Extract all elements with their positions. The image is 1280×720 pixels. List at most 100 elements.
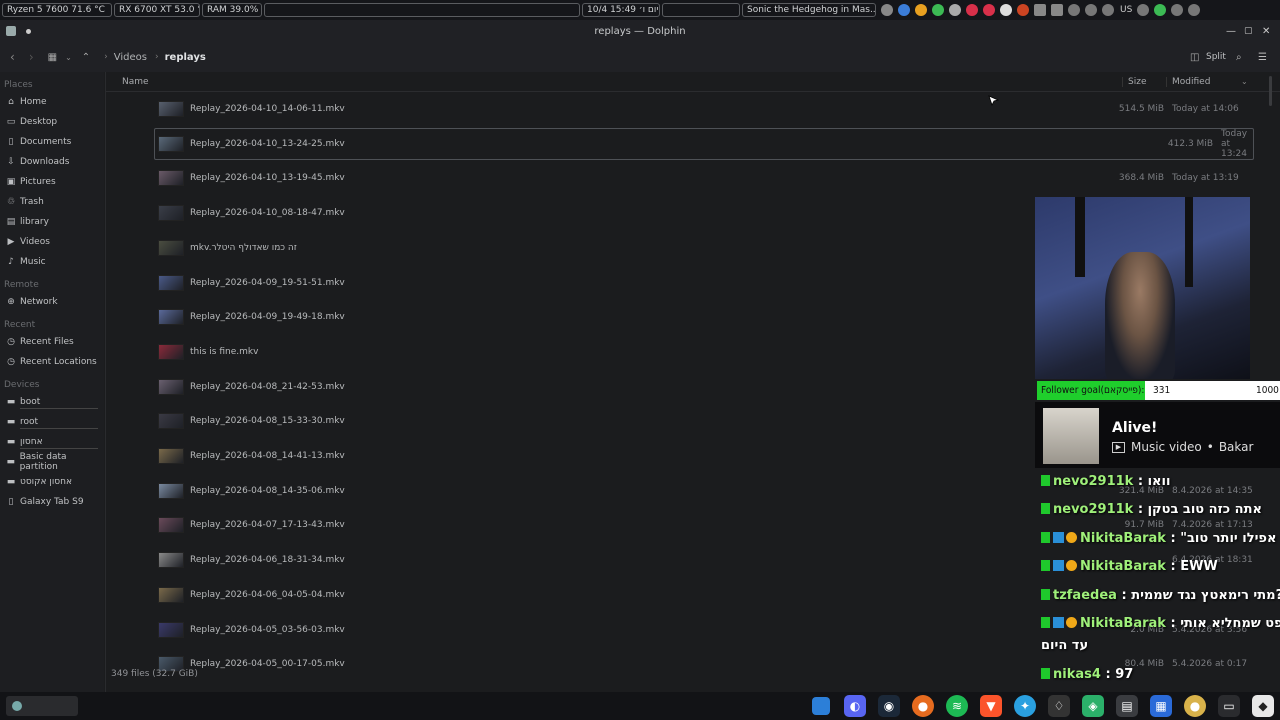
start-icon[interactable] [810,695,832,717]
window-title: replays — Dolphin [594,25,686,37]
cpu-monitor[interactable]: Ryzen 5 7600 71.6 °C [2,3,112,17]
back-icon[interactable]: ‹ [10,50,15,64]
sidebar-item-galaxy-tab[interactable]: ▯ Galaxy Tab S9 [0,492,104,512]
clock[interactable]: 10/4 יום ו׳ 15:49 [582,3,660,17]
search-icon[interactable]: ⌕ [1236,52,1242,63]
tray-icon[interactable] [1154,4,1167,16]
layers-icon[interactable]: ◈ [1082,695,1104,717]
column-name[interactable]: Name [122,77,149,87]
file-name: Replay_2026-04-10_08-18-47.mkv [190,208,345,219]
sidebar-item-downloads[interactable]: ⇩ Downloads [0,152,104,172]
sidebar-item-network[interactable]: ⊕ Network [0,292,104,312]
sidebar-item-trash[interactable]: ♲ Trash [0,192,104,212]
chevron-up-icon[interactable] [1188,4,1201,16]
sidebar-item-root[interactable]: ▬ root [0,412,104,432]
menu-icon[interactable]: ☰ [1258,52,1267,63]
terminal-icon[interactable]: ▭ [1218,695,1240,717]
tray-icon[interactable] [915,4,927,16]
tray-icon[interactable] [1017,4,1029,16]
sidebar-item-recent-locations[interactable]: ◷ Recent Locations [0,352,104,372]
view-mode-icon[interactable]: ▦ [48,52,57,63]
tray-icon[interactable] [949,4,961,16]
window-titlebar[interactable]: replays — Dolphin — ▢ ✕ [0,20,1280,42]
file-thumbnail [158,378,184,395]
file-row[interactable]: Replay_2026-04-10_13-19-45.mkv 368.4 MiB T… [106,162,1261,194]
file-name: Replay_2026-04-05_00-17-05.mkv [190,659,345,670]
tray-icon[interactable] [881,4,893,16]
pager-widget[interactable] [6,696,78,716]
ram-monitor[interactable]: RAM 39.0% [202,3,262,17]
file-modified: Today at 13:24 [1221,128,1248,159]
split-icon[interactable]: ◫ [1190,52,1199,63]
sidebar-item-music[interactable]: ♪ Music [0,252,104,272]
sidebar-item-home[interactable]: ⌂ Home [0,92,104,112]
tray-icon[interactable] [1051,4,1063,16]
column-size[interactable]: Size [1122,76,1146,87]
spotify-icon[interactable]: ≋ [946,695,968,717]
file-name: this is fine.mkv [190,346,259,357]
sidebar-item-library[interactable]: ▤ library [0,212,104,232]
sidebar-item-recent-files[interactable]: ◷ Recent Files [0,332,104,352]
minimize-icon[interactable]: — [1226,26,1236,37]
store-icon[interactable]: ▦ [1150,695,1172,717]
bluetooth-icon[interactable] [1068,4,1080,16]
tray-icon[interactable] [898,4,910,16]
app-icon[interactable]: ● [1184,695,1206,717]
breadcrumb-current[interactable]: replays [165,52,206,63]
sidebar-item-storage-2[interactable]: ▬ אחסון אקוסט [0,472,104,492]
file-row[interactable]: Replay_2026-04-10_13-24-25.mkv 412.3 MiB T… [154,127,1254,160]
column-modified[interactable]: Modified [1166,76,1246,87]
gpu-monitor[interactable]: RX 6700 XT 53.0 °C [114,3,200,17]
forward-icon[interactable]: › [29,50,34,64]
discord-icon[interactable]: ◐ [844,695,866,717]
app-icon[interactable] [6,26,16,36]
app-icon[interactable]: ♢ [1048,695,1070,717]
places-panel: Places ⌂ Home ▭ Desktop ▯ Documents ⇩ Downlo… [0,72,104,692]
brave-icon[interactable]: ▼ [980,695,1002,717]
workspace-pager[interactable] [662,3,740,17]
file-row[interactable]: Replay_2026-04-10_14-06-11.mkv 514.5 MiB T… [106,93,1261,125]
sidebar-item-videos[interactable]: ▶ Videos [0,232,104,252]
sidebar-item-desktop[interactable]: ▭ Desktop [0,112,104,132]
tray-icon[interactable] [966,4,978,16]
tray-icon[interactable] [1171,4,1184,16]
tray-icon[interactable] [983,4,995,16]
sidebar-item-storage[interactable]: ▬ אחסון [0,432,104,452]
firefox-icon[interactable]: ● [912,695,934,717]
chevron-down-icon[interactable]: ⌄ [65,53,72,62]
up-icon[interactable]: ⌃ [82,52,90,63]
network-icon[interactable] [1102,4,1114,16]
dolphin-icon[interactable]: ▤ [1116,695,1138,717]
tray-icon[interactable] [932,4,944,16]
kick-badge-icon [1041,617,1050,628]
sub-badge-icon [1053,560,1064,571]
media-player-widget[interactable]: Sonic the Hedgehog in Mas... [742,3,876,17]
toolbar: ‹ › ▦ ⌄ ⌃ › Videos › replays ◫ Split ⌕ ☰ [0,42,1280,72]
breadcrumb-item[interactable]: Videos [114,52,147,63]
section-header-places: Places [4,80,33,90]
settings-icon[interactable] [1085,4,1097,16]
steam-icon[interactable]: ◉ [878,695,900,717]
section-header-remote: Remote [4,280,39,290]
app-icon[interactable]: ✦ [1014,695,1036,717]
keyboard-layout[interactable]: US [1120,5,1132,15]
kick-badge-icon [1041,668,1050,679]
file-name: Replay_2026-04-08_14-35-06.mkv [190,485,345,496]
sidebar-item-boot[interactable]: ▬ boot [0,392,104,412]
sidebar-item-basic-data-partition[interactable]: ▬ Basic data partition [0,452,104,472]
clipboard-icon[interactable] [1034,4,1046,16]
chat-username: nikas4 [1053,667,1101,682]
app-icon[interactable]: ◆ [1252,695,1274,717]
steam-tray-icon[interactable] [1000,4,1012,16]
close-icon[interactable]: ✕ [1262,26,1270,37]
maximize-icon[interactable]: ▢ [1244,26,1253,36]
volume-icon[interactable] [1137,4,1150,16]
chat-text: "אפילו יותר טוב [1180,531,1277,546]
pin-icon[interactable] [26,28,31,34]
split-button[interactable]: Split [1206,52,1226,62]
music-icon: ♪ [8,257,14,267]
scrollbar[interactable] [1269,76,1272,106]
taskbar: ◐ ◉ ● ≋ ▼ ✦ ♢ ◈ ▤ ▦ ● ▭ ◆ [0,692,1280,720]
sidebar-item-documents[interactable]: ▯ Documents [0,132,104,152]
sidebar-item-pictures[interactable]: ▣ Pictures [0,172,104,192]
